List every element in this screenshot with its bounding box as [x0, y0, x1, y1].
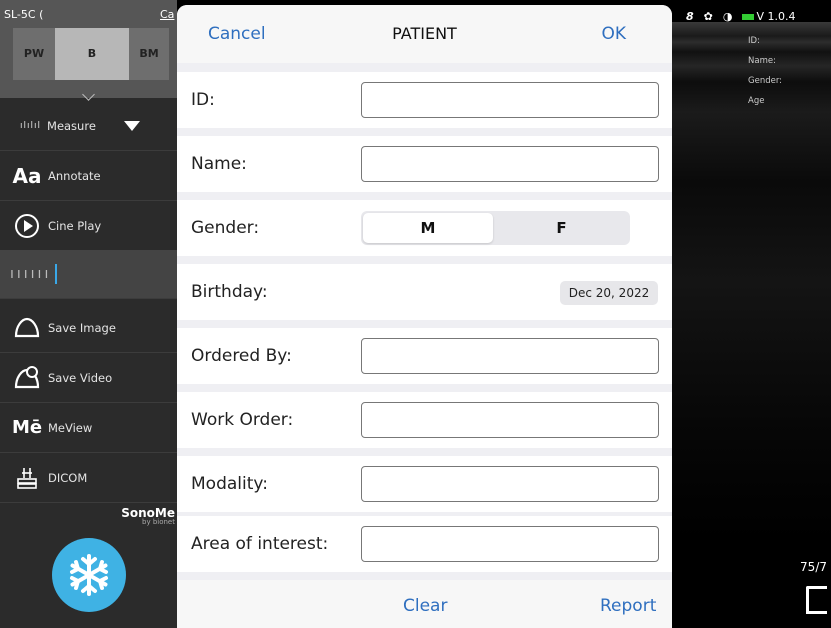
snowflake-icon: [70, 554, 108, 596]
meta-id: ID:: [748, 36, 760, 46]
area-field[interactable]: [361, 526, 659, 562]
gender-segmented-control: M F: [361, 211, 630, 245]
ordered-by-field[interactable]: [361, 338, 659, 374]
frame-counter: 75/7: [800, 560, 827, 574]
work-order-label: Work Order:: [191, 410, 294, 430]
ruler-icon: ılılıl: [20, 121, 42, 131]
id-label: ID:: [191, 90, 215, 110]
meview-icon: Mē: [11, 417, 43, 438]
name-label: Name:: [191, 154, 247, 174]
modality-row: Modality:: [177, 456, 672, 512]
work-order-row: Work Order:: [177, 392, 672, 448]
clear-button[interactable]: Clear: [403, 596, 447, 616]
play-icon: [12, 213, 42, 239]
status-bar: 8 ✿ ◑ V 1.0.4: [686, 10, 796, 23]
mode-pw-button[interactable]: PW: [13, 28, 55, 80]
dicom-icon: [12, 465, 42, 491]
fullscreen-icon[interactable]: [806, 586, 827, 614]
probe-video-icon: [12, 365, 42, 391]
gain-slider[interactable]: ıııııı: [0, 250, 177, 299]
dicom-button[interactable]: DICOM: [0, 453, 177, 503]
birthday-row: Birthday: Dec 20, 2022: [177, 264, 672, 320]
area-label: Area of interest:: [191, 534, 329, 554]
ultrasound-view[interactable]: 8 ✿ ◑ V 1.0.4 ID: Name: Gender: Age 75/7: [672, 0, 831, 628]
dialog-title: PATIENT: [392, 24, 457, 43]
birthday-label: Birthday:: [191, 282, 268, 302]
modality-label: Modality:: [191, 474, 268, 494]
brand-logo: SonoMe by bionet: [121, 506, 175, 526]
dropdown-triangle-icon[interactable]: [123, 121, 140, 131]
gain-slider-icon: ıııııı: [10, 266, 52, 282]
dialog-footer: Clear Report: [177, 580, 672, 628]
battery-icon: [742, 10, 755, 23]
patient-dialog: Cancel PATIENT OK ID: Name: Gender: M F …: [177, 5, 672, 628]
probe-change-link[interactable]: Ca: [160, 8, 174, 21]
name-row: Name:: [177, 136, 672, 192]
id-row: ID:: [177, 72, 672, 128]
save-video-label: Save Video: [48, 370, 113, 385]
measure-label: Measure: [47, 119, 96, 133]
freeze-button[interactable]: [52, 538, 126, 612]
version-label: V 1.0.4: [756, 10, 796, 23]
gain-slider-handle[interactable]: [55, 264, 58, 284]
ordered-by-row: Ordered By:: [177, 328, 672, 384]
gender-option-m[interactable]: M: [363, 213, 493, 243]
text-aa-icon: Aa: [12, 163, 42, 188]
save-video-button[interactable]: Save Video: [0, 353, 177, 403]
meta-gender: Gender:: [748, 76, 783, 86]
dialog-header: Cancel PATIENT OK: [177, 5, 672, 63]
save-image-button[interactable]: Save Image: [0, 303, 177, 353]
probe-label: SL-5C (: [4, 8, 44, 21]
dicom-label: DICOM: [48, 470, 88, 485]
cine-play-button[interactable]: Cine Play: [0, 201, 177, 251]
meview-button[interactable]: Mē MeView: [0, 403, 177, 453]
area-row: Area of interest:: [177, 516, 672, 572]
mode-b-button[interactable]: B: [55, 28, 129, 80]
meta-age: Age: [748, 96, 765, 106]
ordered-by-label: Ordered By:: [191, 346, 292, 366]
name-field[interactable]: [361, 146, 659, 182]
gender-option-f[interactable]: F: [495, 213, 628, 243]
id-field[interactable]: [361, 82, 659, 118]
ok-button[interactable]: OK: [601, 24, 626, 44]
cine-play-label: Cine Play: [48, 218, 102, 233]
gear-icon[interactable]: ✿: [704, 10, 713, 23]
user-icon[interactable]: 8: [686, 10, 694, 23]
gender-row: Gender: M F: [177, 200, 672, 256]
annotate-button[interactable]: Aa Annotate: [0, 151, 177, 201]
report-button[interactable]: Report: [600, 596, 656, 616]
sidebar: SL-5C ( Ca PW B BM ılılıl Measure Aa Ann…: [0, 0, 177, 628]
meta-name: Name:: [748, 56, 776, 66]
save-image-label: Save Image: [48, 320, 116, 335]
probe-image-icon: [12, 316, 42, 340]
mode-bm-button[interactable]: BM: [129, 28, 169, 80]
measure-button[interactable]: ılılıl Measure: [0, 102, 177, 151]
birthday-date-picker[interactable]: Dec 20, 2022: [560, 281, 658, 305]
gender-label: Gender:: [191, 218, 260, 238]
work-order-field[interactable]: [361, 402, 659, 438]
annotate-label: Annotate: [48, 168, 101, 183]
contrast-icon[interactable]: ◑: [723, 10, 733, 23]
modality-field[interactable]: [361, 466, 659, 502]
meview-label: MeView: [48, 420, 93, 435]
